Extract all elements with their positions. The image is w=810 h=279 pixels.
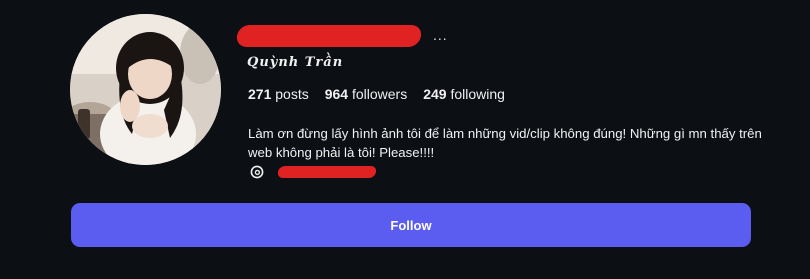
follow-button[interactable]: Follow <box>71 203 751 247</box>
threads-link[interactable] <box>250 165 378 179</box>
profile-stats: 271 posts 964 followers 249 following <box>248 86 505 102</box>
profile-header: ... 𝑸𝒖𝒚̀𝒏𝒉 𝑻𝒓𝒂̂̀𝒏 271 posts 964 follower… <box>0 0 810 279</box>
following-label: following <box>450 86 505 102</box>
avatar-photo <box>70 14 221 165</box>
following-stat[interactable]: 249 following <box>423 86 505 102</box>
more-options-button[interactable]: ... <box>433 28 448 42</box>
posts-count: 271 <box>248 86 272 102</box>
username-redaction <box>235 25 423 47</box>
followers-stat[interactable]: 964 followers <box>325 86 408 102</box>
username-row: ... <box>235 24 448 48</box>
posts-stat: 271 posts <box>248 86 309 102</box>
threads-handle-redaction <box>276 166 378 178</box>
threads-icon <box>250 165 264 179</box>
profile-bio: Làm ơn đừng lấy hình ảnh tôi để làm nhữn… <box>248 126 762 160</box>
following-count: 249 <box>423 86 447 102</box>
followers-count: 964 <box>324 86 349 102</box>
profile-avatar[interactable] <box>70 14 221 165</box>
display-name: 𝑸𝒖𝒚̀𝒏𝒉 𝑻𝒓𝒂̂̀𝒏 <box>247 55 344 70</box>
posts-label: posts <box>275 86 309 102</box>
followers-label: followers <box>351 86 408 102</box>
